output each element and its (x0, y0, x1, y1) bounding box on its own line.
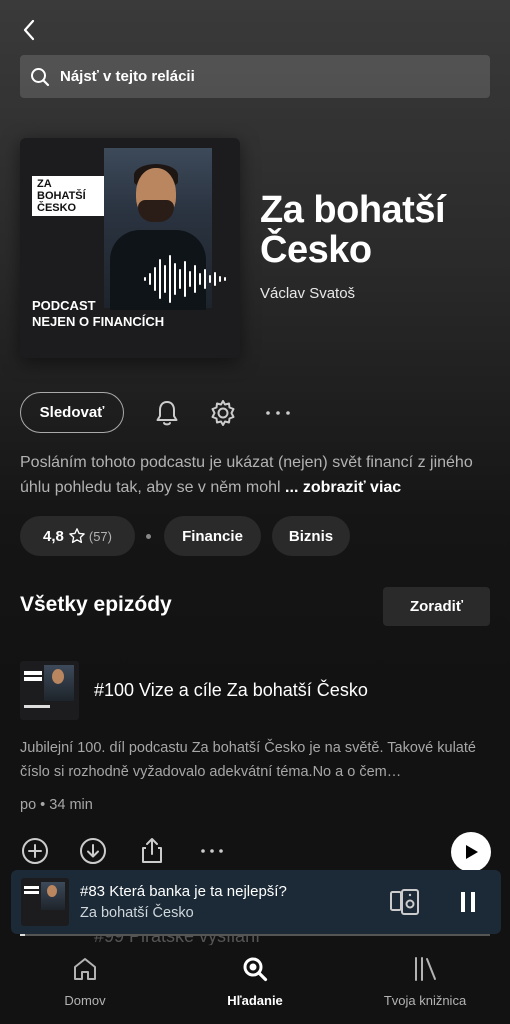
nav-search-label: Hľadanie (227, 993, 283, 1008)
cover-subtitle-line2: NEJEN O FINANCÍCH (32, 314, 165, 329)
library-icon (415, 957, 436, 981)
show-description: Posláním tohoto podcastu je ukázat (neje… (20, 450, 490, 500)
category-chip-financie[interactable]: Financie (164, 516, 261, 556)
episode-description: Jubilejní 100. díl podcastu Za bohatší Č… (20, 740, 476, 780)
star-icon (69, 528, 85, 544)
download-episode-button[interactable] (78, 836, 108, 866)
add-episode-button[interactable] (20, 836, 50, 866)
plus-circle-icon (22, 838, 48, 864)
notifications-button[interactable] (152, 398, 182, 428)
pause-button[interactable] (456, 890, 480, 914)
description-text: Posláním tohoto podcastu je ukázat (neje… (20, 454, 473, 496)
separator-dot (146, 534, 151, 539)
episode-duration: 34 min (49, 797, 93, 813)
podcast-cover: ZA BOHATŠÍ ČESKO PODCAST NEJEN O FINANCÍ… (20, 138, 240, 358)
gear-icon (211, 400, 235, 426)
sort-button[interactable]: Zoradiť (383, 587, 490, 626)
follow-button[interactable]: Sledovať (20, 392, 124, 433)
show-more-link[interactable]: ... zobraziť viac (285, 479, 401, 496)
cover-tag-2: ČESKO (32, 200, 104, 216)
now-playing-thumbnail (21, 878, 69, 926)
nav-search[interactable]: Hľadanie (195, 955, 315, 1008)
episode-thumbnail[interactable] (20, 661, 79, 720)
download-icon (80, 838, 106, 864)
nav-home[interactable]: Domov (25, 955, 145, 1008)
mini-player[interactable]: #83 Která banka je ta nejlepší? Za bohat… (11, 870, 501, 934)
playback-progress-bar[interactable] (20, 934, 490, 936)
episode-more-button[interactable] (197, 836, 227, 866)
rating-chip[interactable]: 4,8 (57) (20, 516, 135, 556)
share-episode-button[interactable] (137, 836, 167, 866)
category-chip-biznis[interactable]: Biznis (272, 516, 350, 556)
devices-icon (390, 889, 419, 915)
share-icon (142, 838, 162, 863)
now-playing-title: #83 Která banka je ta nejlepší? (80, 883, 287, 900)
play-icon (466, 845, 478, 859)
nav-library-label: Tvoja knižnica (383, 993, 467, 1008)
episode-title[interactable]: #100 Vize a cíle Za bohatší Česko (94, 680, 368, 701)
episode-day: po (20, 797, 37, 813)
search-placeholder: Nájsť v tejto relácii (60, 68, 195, 85)
home-icon (74, 958, 96, 980)
more-horizontal-icon (201, 849, 223, 853)
play-episode-button[interactable] (451, 832, 491, 872)
now-playing-show: Za bohatší Česko (80, 905, 194, 921)
chevron-left-icon (23, 19, 35, 41)
nav-library[interactable]: Tvoja knižnica (365, 955, 485, 1008)
cover-subtitle: PODCAST NEJEN O FINANCÍCH (32, 298, 232, 330)
pause-icon (461, 892, 475, 912)
more-options-button[interactable] (263, 398, 293, 428)
settings-button[interactable] (208, 398, 238, 428)
bottom-navigation: Domov Hľadanie Tvoja knižnica (0, 945, 510, 1024)
show-author[interactable]: Václav Svatoš (260, 285, 355, 302)
search-in-show-input[interactable]: Nájsť v tejto relácii (20, 55, 490, 98)
search-icon (243, 957, 268, 982)
search-icon (31, 67, 50, 86)
bell-icon (156, 401, 178, 426)
more-horizontal-icon (266, 411, 290, 415)
episodes-section-title: Všetky epizódy (20, 593, 172, 616)
rating-count: (57) (88, 528, 112, 544)
rating-value: 4,8 (43, 527, 64, 545)
show-title: Za bohatší Česko (260, 189, 446, 271)
cover-subtitle-line1: PODCAST (32, 298, 96, 313)
playback-progress-fill (20, 934, 25, 936)
connect-device-button[interactable] (389, 888, 421, 916)
episode-meta: po • 34 min (20, 797, 93, 813)
back-button[interactable] (18, 18, 42, 42)
nav-home-label: Domov (64, 993, 106, 1008)
